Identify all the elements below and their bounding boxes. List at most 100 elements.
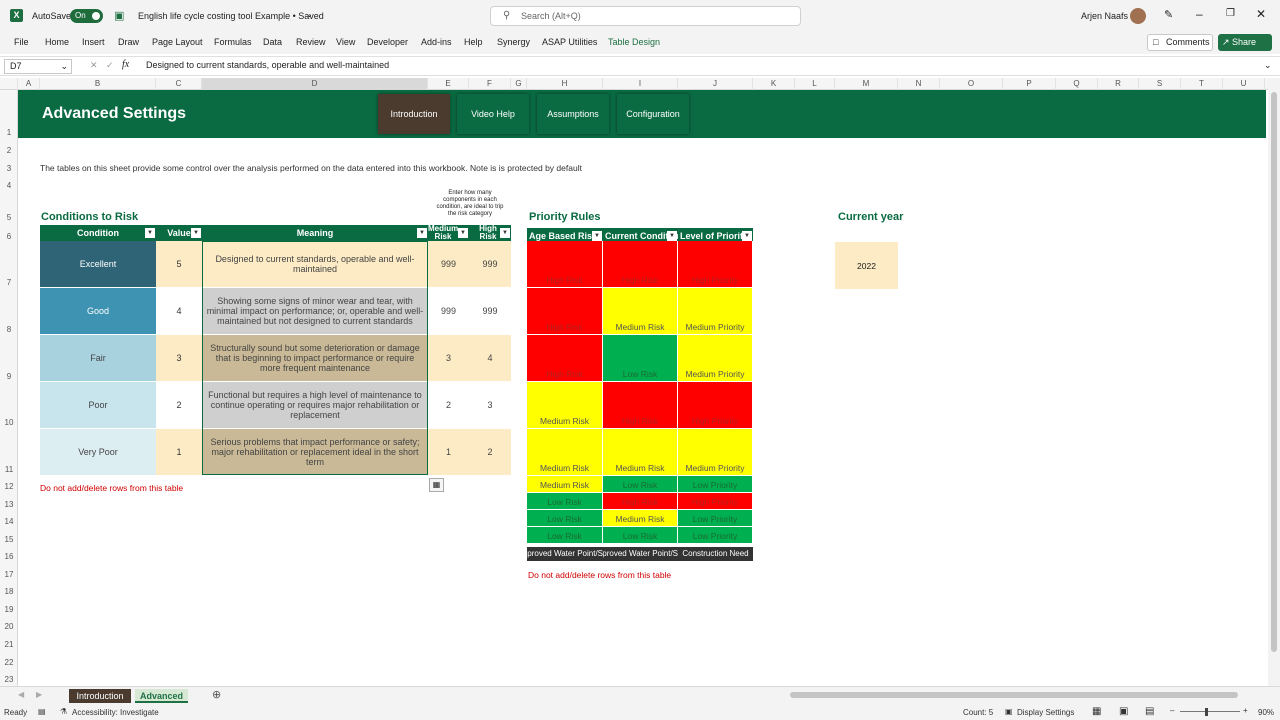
row-header[interactable]: 9: [0, 372, 18, 381]
row-header[interactable]: 23: [0, 675, 18, 684]
condition-cell[interactable]: Poor: [40, 382, 156, 428]
menu-formulas[interactable]: Formulas: [214, 37, 252, 47]
filter-dropdown-icon[interactable]: ▼: [417, 228, 427, 238]
formula-input[interactable]: Designed to current standards, operable …: [146, 60, 389, 70]
expand-formula-icon[interactable]: ⌄: [1264, 60, 1272, 71]
high-risk-header[interactable]: High Risk ▼: [469, 225, 511, 241]
close-icon[interactable]: ✕: [1256, 7, 1266, 21]
priority-cell[interactable]: Medium Risk: [527, 429, 603, 476]
enter-icon[interactable]: ✓: [106, 60, 114, 71]
video-help-button[interactable]: Video Help: [457, 94, 529, 134]
display-settings[interactable]: Display Settings: [1017, 708, 1074, 717]
page-layout-icon[interactable]: ▣: [1119, 706, 1128, 717]
condition-cell[interactable]: Excellent: [40, 241, 156, 287]
autosave-toggle[interactable]: On: [70, 9, 103, 23]
zoom-slider[interactable]: [1180, 711, 1240, 712]
row-header[interactable]: 17: [0, 570, 18, 579]
avatar[interactable]: [1130, 8, 1146, 24]
priority-cell[interactable]: Medium Risk: [603, 510, 678, 527]
row-header[interactable]: 5: [0, 213, 18, 222]
vertical-scroll-thumb[interactable]: [1271, 92, 1277, 652]
priority-cell[interactable]: Low Risk: [527, 493, 603, 510]
name-box[interactable]: D7 ⌄: [4, 59, 72, 74]
row-header[interactable]: 1: [0, 128, 18, 137]
scroll-right-icon[interactable]: ▶: [36, 690, 42, 699]
filter-dropdown-icon[interactable]: ▼: [145, 228, 155, 238]
value-cell[interactable]: 4: [156, 288, 202, 334]
meaning-cell[interactable]: Functional but requires a high level of …: [202, 382, 428, 428]
row-header[interactable]: 3: [0, 164, 18, 173]
priority-cell[interactable]: High Priority: [678, 241, 753, 288]
condition-header[interactable]: Condition ▼: [40, 225, 156, 241]
column-header[interactable]: T: [1181, 78, 1223, 90]
meaning-cell[interactable]: Structurally sound but some deterioratio…: [202, 335, 428, 381]
column-header[interactable]: U: [1223, 78, 1265, 90]
row-header[interactable]: 16: [0, 552, 18, 561]
filter-dropdown-icon[interactable]: ▼: [742, 231, 752, 241]
column-header[interactable]: H: [527, 78, 603, 90]
vertical-scrollbar[interactable]: [1268, 78, 1280, 686]
priority-cell[interactable]: Low Priority: [678, 510, 753, 527]
priority-cell[interactable]: Medium Risk: [527, 476, 603, 493]
value-cell[interactable]: 1: [156, 429, 202, 475]
high-risk-cell[interactable]: 3: [469, 382, 511, 428]
meaning-cell[interactable]: Serious problems that impact performance…: [202, 429, 428, 475]
priority-cell[interactable]: Medium Priority: [678, 335, 753, 382]
select-all-corner[interactable]: [0, 78, 18, 90]
condition-cell[interactable]: Good: [40, 288, 156, 334]
meaning-cell[interactable]: Designed to current standards, operable …: [202, 241, 428, 287]
condition-cell[interactable]: Fair: [40, 335, 156, 381]
priority-cell[interactable]: High Risk: [527, 335, 603, 382]
current-year-value[interactable]: 2022: [835, 242, 898, 289]
column-header[interactable]: J: [678, 78, 753, 90]
menu-synergy[interactable]: Synergy: [497, 37, 530, 47]
pen-icon[interactable]: ✎: [1164, 8, 1173, 21]
column-header[interactable]: P: [1003, 78, 1056, 90]
row-header[interactable]: 10: [0, 418, 18, 427]
priority-cell[interactable]: Low Risk: [603, 527, 678, 544]
zoom-out-icon[interactable]: –: [1170, 706, 1174, 715]
filter-dropdown-icon[interactable]: ▼: [458, 228, 468, 238]
row-header[interactable]: 20: [0, 622, 18, 631]
menu-developer[interactable]: Developer: [367, 37, 408, 47]
normal-view-icon[interactable]: ▦: [1092, 706, 1101, 717]
medium-risk-cell[interactable]: 1: [428, 429, 469, 475]
zoom-in-icon[interactable]: +: [1243, 706, 1248, 715]
macro-icon[interactable]: ▤: [38, 707, 46, 716]
column-header[interactable]: E: [428, 78, 469, 90]
quick-analysis-icon[interactable]: ▦: [429, 478, 444, 492]
menu-home[interactable]: Home: [45, 37, 69, 47]
menu-view[interactable]: View: [336, 37, 355, 47]
file-title[interactable]: English life cycle costing tool Example …: [138, 11, 324, 21]
minimize-icon[interactable]: –: [1196, 7, 1203, 21]
accessibility-icon[interactable]: ⚗: [60, 707, 67, 716]
value-cell[interactable]: 5: [156, 241, 202, 287]
display-settings-icon[interactable]: ▣: [1005, 707, 1013, 716]
column-header[interactable]: F: [469, 78, 511, 90]
menu-page-layout[interactable]: Page Layout: [152, 37, 203, 47]
accessibility-status[interactable]: Accessibility: Investigate: [72, 708, 159, 717]
column-header[interactable]: G: [511, 78, 527, 90]
priority-cell[interactable]: High Risk: [527, 288, 603, 335]
value-cell[interactable]: 2: [156, 382, 202, 428]
chevron-down-icon[interactable]: ⌄: [306, 10, 313, 19]
condition-cell[interactable]: Very Poor: [40, 429, 156, 475]
footer-cell[interactable]: Improved Water Point/S: [527, 547, 603, 561]
row-header[interactable]: 13: [0, 500, 18, 509]
medium-risk-cell[interactable]: 3: [428, 335, 469, 381]
menu-add-ins[interactable]: Add-ins: [421, 37, 452, 47]
column-header[interactable]: R: [1098, 78, 1139, 90]
zoom-slider-handle[interactable]: [1205, 708, 1208, 716]
menu-file[interactable]: File: [14, 37, 29, 47]
row-header[interactable]: 2: [0, 146, 18, 155]
priority-cell[interactable]: Medium Risk: [603, 288, 678, 335]
column-header[interactable]: M: [835, 78, 898, 90]
row-header[interactable]: 22: [0, 658, 18, 667]
column-header[interactable]: C: [156, 78, 202, 90]
priority-cell[interactable]: Medium Risk: [603, 429, 678, 476]
restore-icon[interactable]: ❐: [1226, 8, 1235, 19]
priority-cell[interactable]: High Priority: [678, 493, 753, 510]
configuration-button[interactable]: Configuration: [617, 94, 689, 134]
column-header[interactable]: D: [202, 78, 428, 90]
comments-button[interactable]: □ Comments: [1147, 34, 1213, 51]
